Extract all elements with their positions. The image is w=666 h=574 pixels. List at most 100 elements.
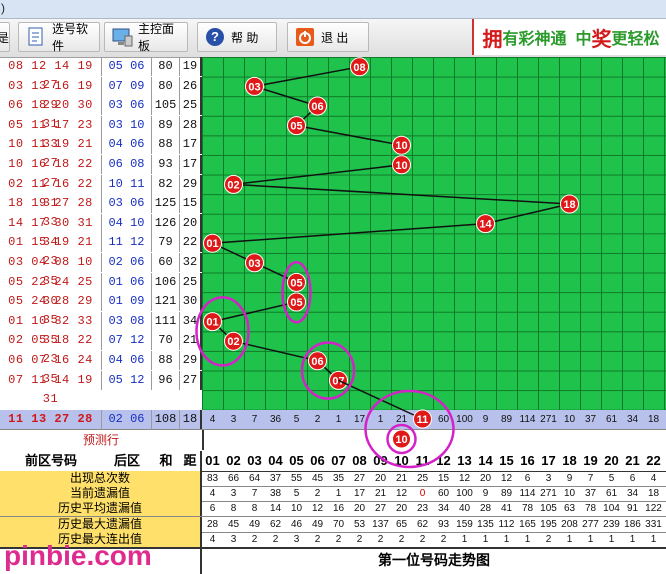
svg-text:05: 05 (290, 297, 302, 309)
stat-value: 195 (540, 518, 557, 530)
stat-value: 135 (477, 518, 494, 530)
sum-value: 80 (152, 76, 180, 96)
header-col: 10 (394, 453, 409, 468)
stat-value: 62 (269, 518, 282, 530)
svg-text:05: 05 (290, 121, 302, 133)
stat-value: 93 (437, 518, 450, 530)
exit-button[interactable]: 退 出 (287, 22, 369, 52)
distance-value: 32 (180, 253, 202, 272)
stat-value: 6 (629, 473, 636, 484)
number-ball: 02 (224, 331, 243, 351)
stat-value: 186 (624, 518, 641, 530)
number-ball: 18 (560, 194, 579, 214)
stat-value: 60 (437, 488, 450, 500)
header-col: 21 (625, 453, 640, 468)
select-software-button[interactable]: 选号软件 (18, 22, 100, 53)
svg-text:18: 18 (563, 199, 575, 211)
svg-text:14: 14 (479, 219, 492, 231)
stat-value: 6 (524, 473, 531, 484)
number-ball: 05 (287, 116, 306, 136)
distance-value: 15 (180, 194, 202, 214)
stat-value: 2 (314, 488, 321, 500)
back-numbers: 10 11 (102, 174, 152, 194)
stat-value: 63 (563, 503, 576, 515)
number-ball: 02 (224, 174, 243, 194)
stat-value: 1 (650, 533, 657, 545)
svg-text:08: 08 (353, 62, 365, 74)
stat-value: 65 (395, 518, 408, 530)
number-ball: 08 (350, 57, 369, 77)
power-icon (294, 26, 316, 48)
front-numbers: 01 15 19 21 23 (0, 233, 102, 268)
front-numbers: 02 11 16 22 31 (0, 174, 102, 210)
stat-label: 出现总次数 (0, 471, 202, 486)
stat-value: 20 (479, 473, 492, 484)
stat-value: 0 (419, 488, 426, 500)
stat-value: 7 (251, 488, 258, 500)
control-panel-label: 主控面板 (138, 22, 175, 53)
distance-value: 25 (180, 272, 202, 292)
distance-value: 27 (180, 370, 202, 390)
stat-value: 14 (269, 503, 282, 515)
number-ball: 03 (245, 253, 264, 273)
help-button[interactable]: ? 帮 助 (197, 22, 277, 52)
missing-value: 18 (647, 414, 660, 425)
latest-draw-row[interactable]: 11 13 27 28 29 02 06 108 18 437365211712… (0, 410, 666, 445)
stat-row: 出现总次数 83 66 64 37 55 45 35 27 20 21 25 15 12 20 12 6 3 9 7 5… (0, 471, 666, 487)
document-icon (25, 26, 47, 48)
stat-value: 40 (458, 503, 471, 515)
missing-value: 61 (605, 414, 618, 425)
distance-value: 29 (180, 174, 202, 194)
header-sum: 和 (159, 453, 173, 468)
stat-label: 当前遗漏值 (0, 486, 202, 502)
stat-value: 34 (437, 503, 450, 515)
header-col: 01 (205, 453, 220, 468)
missing-value: 7 (251, 414, 258, 425)
distance-value: 26 (180, 76, 202, 96)
stat-value: 9 (482, 488, 489, 500)
stat-value: 23 (416, 503, 429, 515)
stat-value: 6 (209, 503, 216, 515)
stat-value: 2 (314, 533, 321, 545)
svg-text:03: 03 (248, 81, 260, 93)
back-numbers: 05 06 (102, 57, 152, 76)
stat-value: 3 (230, 488, 237, 500)
stat-value: 2 (545, 533, 552, 545)
trend-chart-svg: 08 03 06 05 10 10 02 18 14 01 03 05 05 01 02 06 07 (203, 57, 579, 390)
svg-text:10: 10 (395, 160, 407, 172)
sum-value: 105 (152, 96, 180, 116)
number-ball: 10 (392, 155, 411, 175)
stat-value: 66 (227, 473, 240, 484)
stat-value: 8 (230, 503, 237, 515)
stat-value: 271 (540, 488, 557, 500)
back-numbers: 03 06 (102, 194, 152, 214)
sum-value: 70 (152, 331, 180, 351)
missing-value: 37 (584, 414, 597, 425)
watermark: pinbie.com (4, 540, 152, 571)
missing-value: 1 (335, 414, 342, 425)
back-numbers: 03 06 (102, 96, 152, 116)
stat-value: 46 (290, 518, 303, 530)
svg-text:?: ? (211, 29, 219, 44)
back-numbers: 01 09 (102, 292, 152, 312)
stat-value: 4 (650, 473, 657, 484)
stat-value: 9 (566, 473, 573, 484)
svg-text:07: 07 (332, 375, 344, 387)
stat-value: 331 (645, 518, 662, 530)
front-numbers: 05 22 24 25 30 (0, 272, 102, 308)
stat-label: 历史平均遗漏值 (0, 501, 202, 517)
header-col: 02 (226, 453, 241, 468)
svg-text:03: 03 (248, 258, 260, 270)
missing-value: 4 (209, 414, 216, 425)
chart-title: 第一位号码走势图 (378, 552, 490, 568)
control-panel-button[interactable]: 主控面板 (104, 22, 188, 53)
back-numbers: 04 06 (102, 135, 152, 155)
toolbar-partial-button[interactable]: 是 (0, 22, 10, 52)
missing-value: 34 (626, 414, 639, 425)
distance-value: 17 (180, 135, 202, 155)
stat-value: 114 (519, 488, 536, 500)
stat-value: 3 (293, 533, 300, 545)
header-col: 16 (520, 453, 535, 468)
sum-value: 88 (152, 351, 180, 370)
stat-value: 239 (603, 518, 620, 530)
